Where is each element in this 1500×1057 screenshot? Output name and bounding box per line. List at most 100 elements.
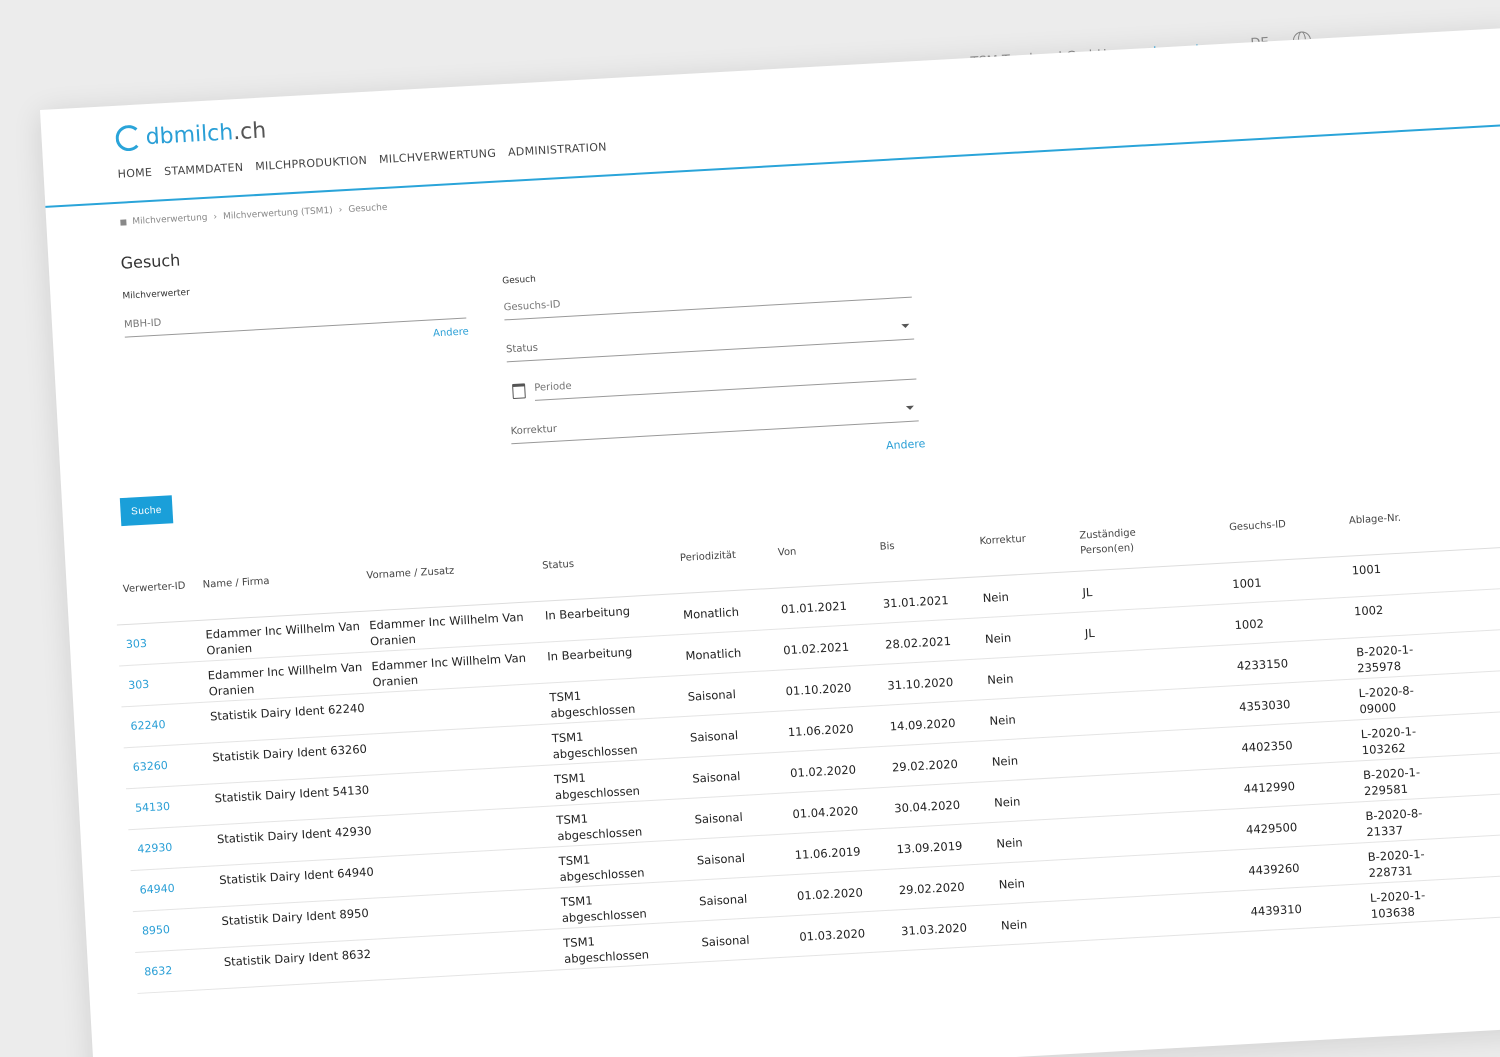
cell-line: 8950 <box>141 923 171 938</box>
cell-line: Statistik Dairy Ident 62240 <box>209 700 365 724</box>
stage: TSM Treuhand GmbH Logout DE ··· dbmilch.… <box>0 0 1500 1057</box>
gesuchs-id-cell: 4233150 <box>1236 655 1289 674</box>
status-select[interactable]: Status <box>505 321 915 363</box>
cell-line: Saisonal <box>696 850 746 868</box>
search-button[interactable]: Suche <box>119 495 174 527</box>
cell-line: 01.10.2020 <box>785 680 852 699</box>
results-table: Verwerter-ID Name / Firma Vorname / Zusatz… <box>113 494 1500 994</box>
cell-line: 29.02.2020 <box>891 756 959 775</box>
cell-line-2: 229581 <box>1363 781 1409 799</box>
korrektur-cell: Nein <box>987 671 1014 689</box>
col-verwerter-id-header[interactable]: Verwerter-ID <box>122 579 186 597</box>
cell-line-2: abgeschlossen <box>556 824 643 844</box>
cell-line: 29.02.2020 <box>898 879 966 898</box>
von-cell: 01.10.2020 <box>785 680 852 700</box>
col-gesuchs-id-header[interactable]: Gesuchs-ID <box>1229 517 1287 535</box>
von-cell: 01.02.2020 <box>797 884 864 904</box>
ablage-nr-cell: B-2020-1- 235978 <box>1356 641 1415 676</box>
bis-cell: 31.03.2020 <box>901 920 968 940</box>
gesuchs-id-field[interactable] <box>503 279 912 321</box>
nav-item-milchproduktion[interactable]: MILCHPRODUKTION <box>255 154 368 173</box>
cell-line: Saisonal <box>694 809 744 827</box>
andere-link-right[interactable]: Andere <box>886 437 926 452</box>
col-vorname-zusatz-header[interactable]: Vorname / Zusatz <box>366 564 455 584</box>
verwerter-id-link[interactable]: 303 <box>126 636 148 653</box>
cell-line: Nein <box>998 876 1026 892</box>
status-cell: In Bearbeitung <box>545 603 631 624</box>
ablage-nr-cell: L-2020-1- 103638 <box>1370 887 1427 922</box>
korrektur-select[interactable]: Korrektur <box>510 403 919 445</box>
von-cell: 01.02.2020 <box>790 761 857 781</box>
calendar-icon[interactable] <box>512 383 526 400</box>
von-cell: 11.06.2019 <box>794 843 861 863</box>
cell-line: B-2020-1- <box>1355 642 1414 660</box>
col-korrektur-header[interactable]: Korrektur <box>979 532 1026 550</box>
logo[interactable]: dbmilch.ch <box>115 117 267 152</box>
ablage-nr-cell: L-2020-1- 103262 <box>1360 723 1417 758</box>
cell-line: Monatlich <box>685 645 742 663</box>
header-label: Vorname / Zusatz <box>366 565 455 582</box>
gesuchs-id-input[interactable] <box>503 279 912 314</box>
header-label: Status <box>541 558 575 572</box>
verwerter-id-link[interactable]: 62240 <box>130 717 166 734</box>
page-title: Gesuch <box>120 250 181 273</box>
name-firma-cell: Statistik Dairy Ident 8632 <box>223 946 371 970</box>
periodizitaet-cell: Saisonal <box>701 932 750 951</box>
nav-item-home[interactable]: HOME <box>117 166 152 181</box>
col-ablage-nr-header[interactable]: Ablage-Nr. <box>1349 511 1402 529</box>
name-firma-cell: Edammer Inc Willhelm Van Oranien <box>205 618 361 659</box>
col-zustaendige-person-header[interactable]: Zuständige Person(en) <box>1079 526 1137 559</box>
periodizitaet-cell: Saisonal <box>687 686 736 705</box>
mbh-id-field[interactable] <box>123 300 467 338</box>
home-icon[interactable] <box>120 219 127 226</box>
header-label: Von <box>777 546 797 559</box>
breadcrumb-item[interactable]: Milchverwertung (TSM1) <box>223 206 333 222</box>
periode-field[interactable] <box>534 361 917 401</box>
cell-line: L-2020-1- <box>1369 887 1426 905</box>
breadcrumb: Milchverwertung › Milchverwertung (TSM1)… <box>120 203 388 228</box>
name-firma-cell: Statistik Dairy Ident 8950 <box>221 905 369 929</box>
andere-link-left[interactable]: Andere <box>433 326 469 339</box>
korrektur-cell: Nein <box>982 589 1009 607</box>
nav-item-stammdaten[interactable]: STAMMDATEN <box>164 161 244 178</box>
col-von-header[interactable]: Von <box>777 544 797 560</box>
verwerter-id-link[interactable]: 303 <box>128 677 150 694</box>
name-firma-cell: Statistik Dairy Ident 64940 <box>219 864 374 889</box>
cell-line: 4429500 <box>1245 819 1298 837</box>
ablage-nr-cell: 1002 <box>1354 602 1384 620</box>
periodizitaet-cell: Saisonal <box>692 768 741 787</box>
verwerter-id-link[interactable]: 64940 <box>139 881 175 898</box>
status-cell: TSM1 abgeschlossen <box>554 767 641 804</box>
status-cell: TSM1 abgeschlossen <box>558 848 645 885</box>
nav-item-milchverwertung[interactable]: MILCHVERWERTUNG <box>379 147 497 167</box>
verwerter-id-link[interactable]: 42930 <box>137 840 173 857</box>
col-periodizitaet-header[interactable]: Periodizität <box>680 548 737 566</box>
col-status-header[interactable]: Status <box>542 557 575 574</box>
nav-item-administration[interactable]: ADMINISTRATION <box>508 140 607 158</box>
cell-line: 303 <box>125 636 148 652</box>
gesuchs-id-cell: 4429500 <box>1246 819 1298 838</box>
periodizitaet-cell: Saisonal <box>690 727 739 746</box>
cell-line: Statistik Dairy Ident 63260 <box>212 741 368 765</box>
cell-line: 4439310 <box>1250 901 1303 919</box>
periode-input[interactable] <box>534 361 917 394</box>
mbh-id-input[interactable] <box>123 300 466 331</box>
von-cell: 01.01.2021 <box>781 598 848 618</box>
cell-line: L-2020-8- <box>1358 683 1415 701</box>
name-firma-cell: Statistik Dairy Ident 54130 <box>214 782 369 807</box>
cell-line: 1002 <box>1234 616 1265 633</box>
gesuchs-id-cell: 4439310 <box>1250 901 1302 920</box>
verwerter-id-link[interactable]: 8632 <box>144 963 173 980</box>
col-bis-header[interactable]: Bis <box>879 539 895 555</box>
korrektur-cell: Nein <box>1001 916 1028 934</box>
cell-line: B-2020-1- <box>1367 846 1425 865</box>
verwerter-id-link[interactable]: 54130 <box>135 799 171 816</box>
verwerter-id-link[interactable]: 63260 <box>132 758 168 775</box>
verwerter-id-link[interactable]: 8950 <box>142 922 171 939</box>
cell-line: Nein <box>982 589 1010 606</box>
col-name-firma-header[interactable]: Name / Firma <box>202 574 270 593</box>
breadcrumb-item[interactable]: Milchverwertung <box>132 213 208 227</box>
korrektur-cell: Nein <box>985 630 1012 648</box>
milchverwerter-label: Milchverwerter <box>122 287 191 302</box>
cell-line: 303 <box>127 677 150 692</box>
